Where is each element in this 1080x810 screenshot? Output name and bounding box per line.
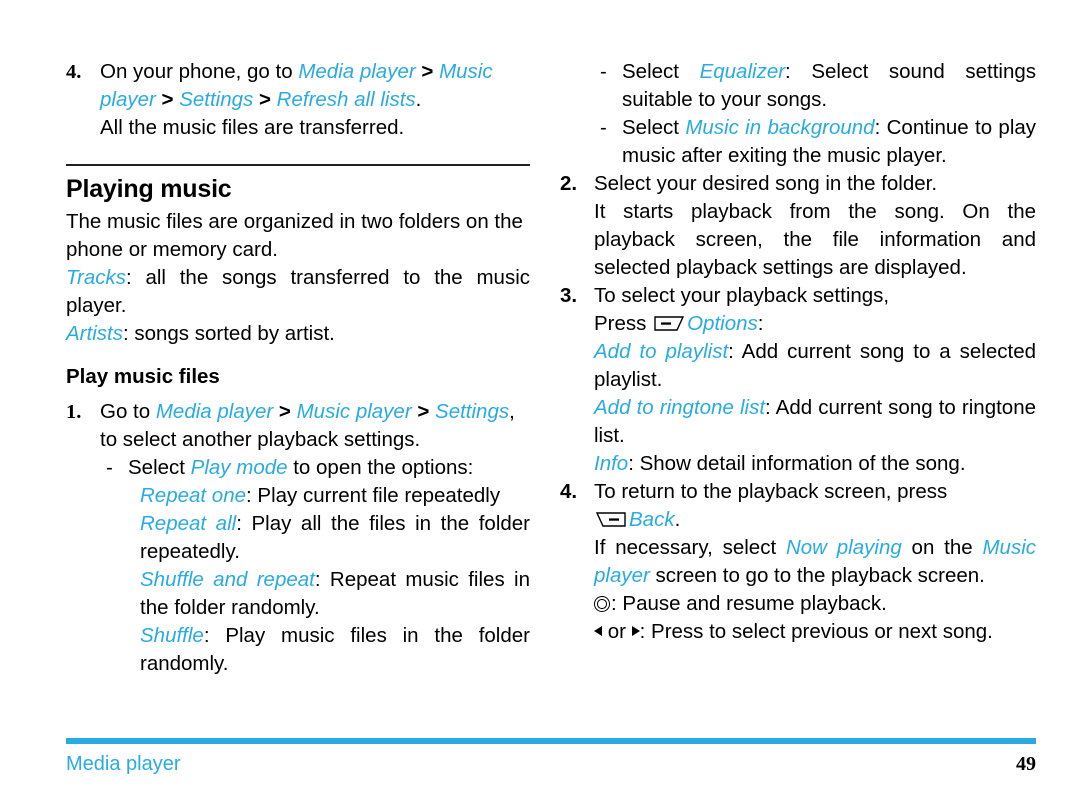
text-a: If necessary, select	[594, 536, 786, 559]
step-text-a: Go to	[100, 400, 156, 423]
option-shuffle: Shuffle: Play music files in the folder …	[140, 622, 530, 678]
step-3-line-1: To select your playback settings,	[594, 284, 890, 307]
bullet-text-a: Select	[128, 456, 191, 479]
text-b: on the	[901, 536, 983, 559]
option-label: Shuffle	[140, 624, 204, 647]
option-label: Repeat one	[140, 484, 247, 507]
nav-refresh-all-lists: Refresh all lists	[276, 88, 416, 111]
bullet-text-b: to open the options:	[287, 456, 474, 479]
left-arrow-key-icon	[594, 626, 602, 636]
option-label: Repeat all	[140, 512, 237, 535]
dash-bullet-icon: -	[106, 456, 113, 479]
play-mode-label: Play mode	[190, 456, 288, 479]
left-column: 4. On your phone, go to Media player > Mu…	[0, 0, 540, 700]
option-label: Shuffle and repeat	[140, 568, 315, 591]
footer-section-label: Media player	[66, 753, 181, 775]
or-text: or	[602, 620, 632, 643]
option-add-to-playlist: Add to playlist: Add current song to a s…	[594, 338, 1036, 394]
option-info: Info: Show detail information of the son…	[594, 450, 1036, 478]
nav-separator: >	[411, 400, 436, 423]
step-4-line-2: All the music files are transferred.	[100, 116, 405, 139]
equalizer-label: Equalizer	[699, 60, 786, 83]
nav-settings: Settings	[435, 400, 510, 423]
intro-paragraph: The music files are organized in two fol…	[66, 210, 523, 261]
option-label: Add to ringtone list	[594, 396, 766, 419]
nav-separator: >	[415, 60, 440, 83]
list-item-step-4-return: 4. To return to the playback screen, pres…	[560, 478, 1036, 534]
nav-media-player: Media player	[155, 400, 274, 423]
step-text-a: On your phone, go to	[100, 60, 299, 83]
now-playing-label: Now playing	[785, 536, 902, 559]
bullet-music-in-background: - Select Music in background: Continue to…	[600, 114, 1036, 170]
step-number: 4.	[66, 61, 82, 83]
list-item-step-4-transfer: 4. On your phone, go to Media player > Mu…	[66, 58, 530, 142]
list-item-step-2-select-song: 2. Select your desired song in the folder…	[560, 170, 1036, 282]
right-column: - Select Equalizer: Select sound settings…	[540, 0, 1080, 700]
option-description: : Play current file repeatedly	[246, 484, 501, 507]
pause-text: : Pause and resume playback.	[611, 592, 887, 615]
right-arrow-key-icon	[631, 626, 640, 636]
step-number: 1.	[66, 401, 82, 423]
nav-media-player: Media player	[298, 60, 416, 83]
step-number: 3.	[560, 284, 578, 307]
options-label: Options	[687, 312, 758, 335]
option-repeat-all: Repeat all: Play all the files in the fo…	[140, 510, 530, 566]
section-heading-playing-music: Playing music	[66, 175, 232, 203]
text-c: screen to go to the playback screen.	[649, 564, 985, 587]
right-softkey-icon	[596, 512, 626, 527]
bullet-text-a: Select	[622, 116, 686, 139]
step-4-back-line: Back.	[594, 506, 1036, 534]
center-select-key-icon	[594, 596, 611, 613]
step-text-b: .	[674, 508, 681, 531]
manual-page: 4. On your phone, go to Media player > Mu…	[0, 0, 1080, 810]
option-shuffle-and-repeat: Shuffle and repeat: Repeat music files i…	[140, 566, 530, 622]
now-playing-paragraph: If necessary, select Now playing on the …	[594, 534, 1036, 590]
footer-row: Media player 49	[66, 753, 1036, 776]
option-repeat-one: Repeat one: Play current file repeatedly	[140, 482, 530, 510]
nav-music-player: Music player	[296, 400, 412, 423]
bullet-equalizer: - Select Equalizer: Select sound settings…	[600, 58, 1036, 114]
left-softkey-icon	[654, 316, 685, 331]
tracks-description: : all the songs transferred to the music…	[66, 266, 530, 317]
bullet-play-mode: - Select Play mode to open the options:	[106, 454, 530, 482]
page-number: 49	[1016, 753, 1036, 775]
footer-divider	[66, 738, 1036, 744]
pause-resume-line: : Pause and resume playback.	[594, 590, 1036, 618]
previous-next-line: or : Press to select previous or next so…	[594, 618, 1036, 646]
music-in-background-label: Music in background	[685, 116, 875, 139]
subheading-play-music-files: Play music files	[66, 365, 220, 388]
page-footer: Media player 49	[66, 738, 1036, 776]
step-text-end: .	[415, 88, 422, 111]
nav-separator: >	[155, 88, 180, 111]
nav-text: : Press to select previous or next song.	[639, 620, 993, 643]
option-label: Add to playlist	[594, 340, 729, 363]
step-2-line-2: It starts playback from the song. On the…	[594, 200, 1036, 279]
dash-bullet-icon: -	[600, 116, 607, 139]
back-label: Back	[629, 508, 675, 531]
option-label: Info	[594, 452, 629, 475]
option-add-to-ringtone-list: Add to ringtone list: Add current song t…	[594, 394, 1036, 450]
step-number: 2.	[560, 172, 578, 195]
step-3-press-line: Press Options:	[594, 310, 1036, 338]
colon: :	[757, 312, 764, 335]
step-text-a: To return to the playback screen, press	[594, 480, 948, 503]
artists-label: Artists	[66, 322, 123, 345]
list-item-step-1-goto: 1. Go to Media player > Music player > Se…	[66, 398, 530, 454]
list-item-step-3-playback-settings: 3. To select your playback settings, Pres…	[560, 282, 1036, 338]
artists-description: : songs sorted by artist.	[122, 322, 335, 345]
tracks-label: Tracks	[66, 266, 126, 289]
artists-definition: Artists: songs sorted by artist.	[66, 320, 530, 348]
step-2-line-1: Select your desired song in the folder.	[594, 172, 938, 195]
nav-separator: >	[273, 400, 297, 423]
two-column-body: 4. On your phone, go to Media player > Mu…	[0, 0, 1080, 700]
dash-bullet-icon: -	[600, 60, 607, 83]
bullet-text-a: Select	[622, 60, 700, 83]
nav-settings: Settings	[179, 88, 254, 111]
nav-separator: >	[253, 88, 277, 111]
step-number: 4.	[560, 480, 578, 503]
option-description: : Show detail information of the song.	[628, 452, 966, 475]
tracks-definition: Tracks: all the songs transferred to the…	[66, 264, 530, 320]
section-divider	[66, 164, 530, 166]
press-text: Press	[594, 312, 653, 335]
